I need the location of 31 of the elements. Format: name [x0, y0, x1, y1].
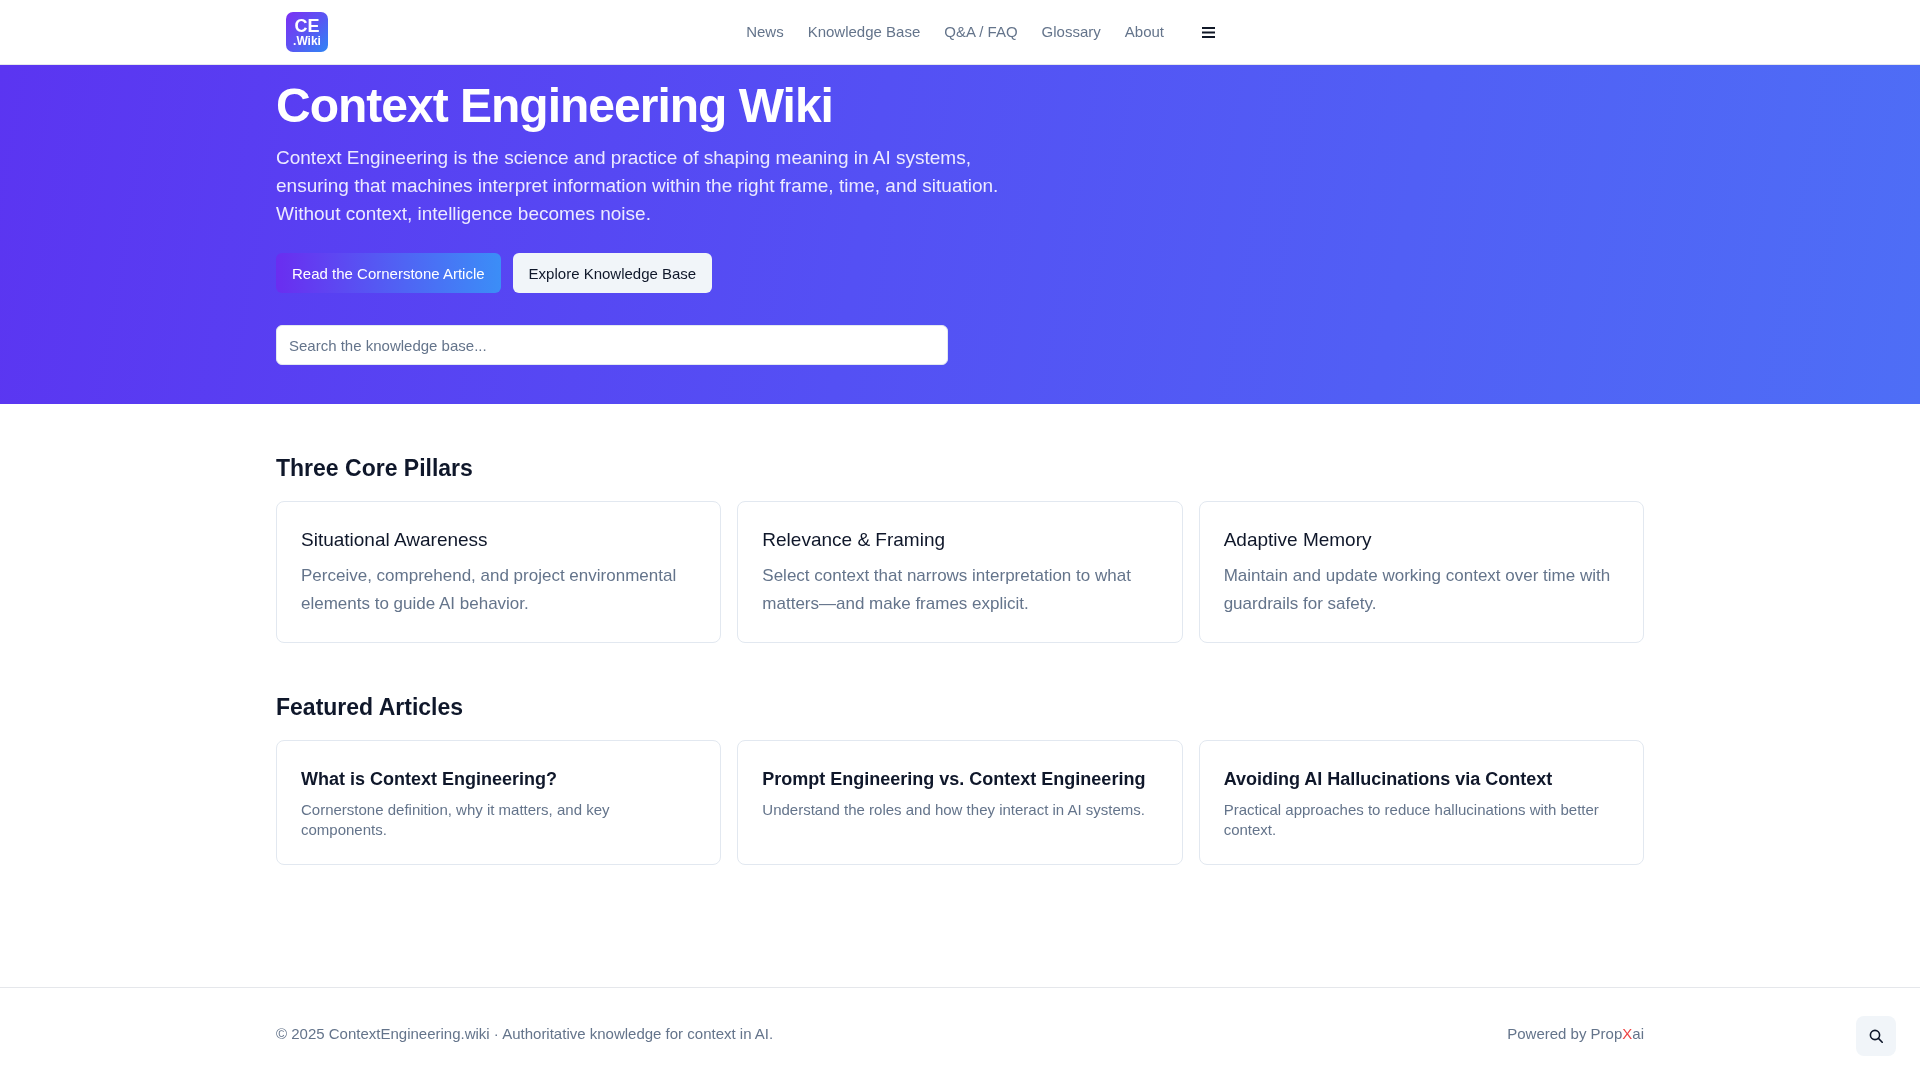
pillar-description: Maintain and update working context over time with guardrails for safety.	[1223, 565, 1612, 615]
pillar-title: Relevance & Framing	[762, 528, 946, 552]
article-summary: Cornerstone definition, why it matters, and key components.	[301, 800, 611, 840]
article-summary: Practical approaches to reduce hallucinations with better context.	[1223, 800, 1600, 840]
pillar-description: Select context that narrows interpretation to what matters—and make frames explicit.	[762, 565, 1132, 615]
brand-link[interactable]: PropXai	[1590, 1025, 1644, 1042]
article-title-link[interactable]: Prompt Engineering vs. Context Engineering	[762, 765, 1146, 793]
section-heading: Three Core Pillars	[276, 454, 473, 483]
search-field[interactable]: Search the knowledge base...	[276, 325, 948, 365]
nav-link[interactable]: Glossary	[1041, 22, 1101, 42]
copyright-text: © 2025 ContextEngineering.wiki · Authoritative knowledge for context in AI.	[276, 1024, 774, 1044]
powered-by-text: Powered by PropXai	[1507, 1024, 1644, 1044]
search-icon	[1869, 1029, 1883, 1043]
pillar-title: Situational Awareness	[301, 528, 488, 552]
nav-link[interactable]: About	[1124, 22, 1164, 42]
article-summary: Understand the roles and how they interact in AI systems.	[762, 800, 1147, 820]
page-title: Context Engineering Wiki	[276, 78, 833, 134]
primary-button[interactable]: Read the Cornerstone Article	[276, 253, 501, 293]
article-title-link[interactable]: What is Context Engineering?	[301, 765, 557, 793]
article-title-link[interactable]: Avoiding AI Hallucinations via Context	[1223, 765, 1553, 793]
search-button[interactable]	[1856, 1016, 1896, 1056]
pillar-description: Perceive, comprehend, and project environmental elements to guide AI behavior.	[301, 565, 678, 615]
pillar-title: Adaptive Memory	[1223, 528, 1372, 552]
section-heading: Featured Articles	[276, 693, 464, 722]
menu-icon	[1202, 26, 1215, 38]
nav-link[interactable]: Knowledge Base	[807, 22, 921, 42]
nav-link[interactable]: Q&A / FAQ	[944, 22, 1018, 42]
secondary-button[interactable]: Explore Knowledge Base	[512, 253, 713, 293]
logo[interactable]: CE .Wiki	[286, 12, 328, 52]
nav-link[interactable]: News	[746, 22, 784, 42]
hero-description: Context Engineering is the science and practice of shaping meaning in AI systems, ensuring that machines interpret information within the right frame, time, and situation. Without context, intelligence becomes noise.	[276, 146, 1000, 226]
